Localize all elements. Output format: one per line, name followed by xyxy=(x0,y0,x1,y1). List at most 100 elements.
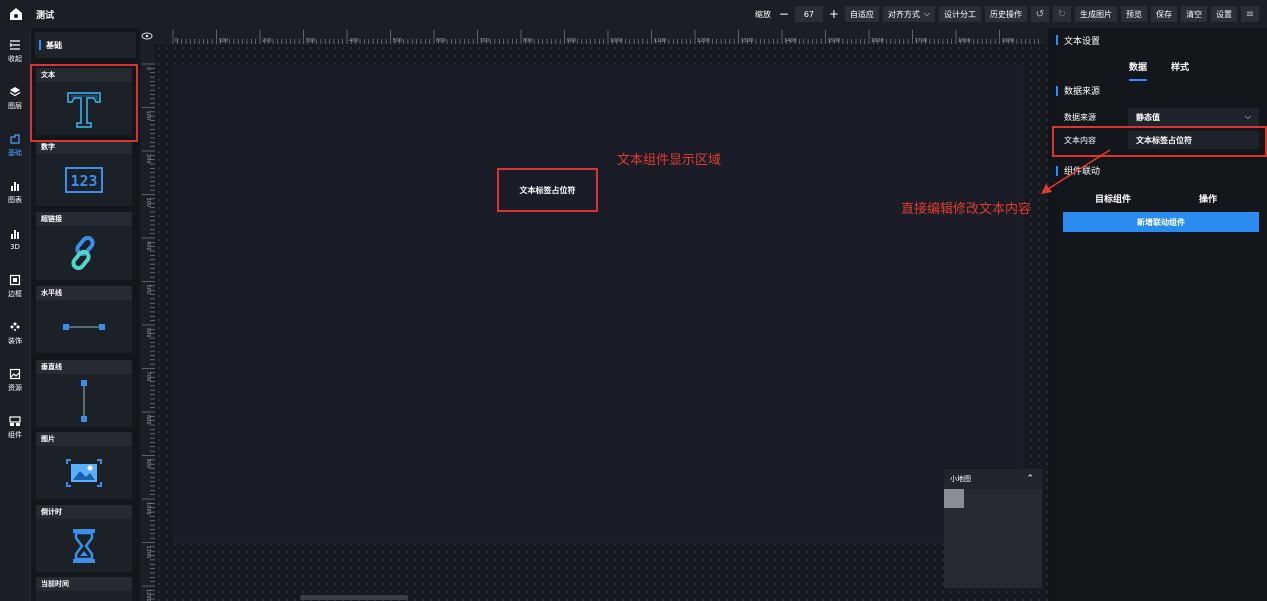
data-source-label: 数据来源 xyxy=(1064,112,1096,122)
panel-header: 基础 xyxy=(35,32,136,58)
settings-button[interactable]: 设置 xyxy=(1211,6,1237,22)
ruler-label: 500 xyxy=(145,285,151,295)
section-marker xyxy=(1056,165,1058,176)
ruler-label: 700 xyxy=(145,372,151,382)
component-card-vline[interactable]: 垂直线 xyxy=(36,360,132,427)
zoom-out-button[interactable]: − xyxy=(777,7,791,21)
nav-item-chart[interactable]: 图表 xyxy=(0,169,30,216)
nav-item-border[interactable]: 边框 xyxy=(0,263,30,310)
3d-icon xyxy=(11,230,19,239)
minimap-header[interactable]: 小地图 ⌃ xyxy=(944,469,1042,489)
home-logo-icon[interactable] xyxy=(9,7,23,21)
chart-icon xyxy=(11,182,19,191)
section-marker xyxy=(1056,85,1058,96)
nav-item-resource[interactable]: 资源 xyxy=(0,357,30,404)
card-label: 数字 xyxy=(41,143,55,151)
minimap-title: 小地图 xyxy=(950,475,971,483)
ruler-label: 300 xyxy=(145,198,151,208)
number-123-icon: 123 xyxy=(65,167,103,193)
settings-tabs: 数据 样式 xyxy=(1129,60,1189,81)
nav-label: 收起 xyxy=(8,55,22,63)
annotation-display-area: 文本组件显示区域 xyxy=(617,153,722,168)
decoration-icon xyxy=(10,322,20,331)
ruler-label: 1000 xyxy=(145,502,151,515)
nav-item-layers[interactable]: 图层 xyxy=(0,75,30,122)
vertical-scroll-track[interactable] xyxy=(1048,28,1056,601)
nav-item-3d[interactable]: 3D xyxy=(0,216,30,263)
border-icon xyxy=(9,274,21,286)
generate-image-button[interactable]: 生成图片 xyxy=(1075,6,1117,22)
target-column-header: 目标组件 xyxy=(1095,195,1132,205)
link-section: 组件联动 xyxy=(1056,164,1100,177)
layers-icon xyxy=(9,87,21,97)
nav-item-component[interactable]: 组件 xyxy=(0,404,30,451)
highlight-text-content-row xyxy=(1052,126,1267,157)
card-label: 水平线 xyxy=(41,289,62,297)
minimap-viewport[interactable] xyxy=(944,489,964,508)
link-chain-icon xyxy=(71,235,95,271)
card-preview xyxy=(36,591,132,601)
history-button[interactable]: 历史操作 xyxy=(985,6,1027,22)
card-preview xyxy=(36,519,132,572)
ruler-label: 900 xyxy=(145,459,151,469)
nav-label: 资源 xyxy=(8,384,22,392)
highlight-text-card xyxy=(30,64,138,142)
ruler-top-scale: 0 100 200 300 400 500 600 700 800 900 1000 1100 1200… xyxy=(172,30,1039,44)
hourglass-icon xyxy=(73,528,95,563)
ruler-left: 0 100 200 300 400 500 600 700 800 900 1000 1100 1200 xyxy=(140,44,155,601)
ruler-label: 0 xyxy=(145,67,151,70)
ruler-label: 800 xyxy=(145,415,151,425)
undo-icon[interactable]: ↺ xyxy=(1031,6,1049,22)
align-dropdown[interactable]: 对齐方式 ⌵ xyxy=(882,6,935,22)
section-title: 组件联动 xyxy=(1064,167,1101,177)
zoom-value-input[interactable]: 67 xyxy=(794,6,823,22)
basic-icon xyxy=(10,134,20,144)
component-card-hyperlink[interactable]: 超链接 xyxy=(36,212,132,280)
horizontal-scrollbar[interactable] xyxy=(300,595,408,600)
preview-button[interactable]: 预览 xyxy=(1121,6,1147,22)
component-card-countdown[interactable]: 倒计时 xyxy=(36,505,132,572)
horizontal-line-icon xyxy=(63,323,105,330)
nav-label: 组件 xyxy=(8,431,22,439)
data-source-select[interactable]: 静态值 ⌵ xyxy=(1128,108,1259,126)
fit-button[interactable]: 自适应 xyxy=(844,6,879,22)
data-source-value: 静态值 xyxy=(1136,112,1160,122)
app-title: 测试 xyxy=(36,10,55,21)
component-card-number[interactable]: 数字 123 xyxy=(36,140,132,206)
design-button[interactable]: 设计分工 xyxy=(939,6,981,22)
card-preview: 123 xyxy=(36,154,132,206)
zoom-in-button[interactable]: + xyxy=(827,7,841,21)
text-component[interactable]: 文本标签占位符 xyxy=(497,168,598,212)
vertical-line-icon xyxy=(81,379,87,422)
menu-icon[interactable]: ≡ xyxy=(1241,6,1259,22)
nav-label: 边框 xyxy=(8,290,22,298)
save-button[interactable]: 保存 xyxy=(1151,6,1177,22)
panel-title: 基础 xyxy=(46,40,62,50)
settings-title: 文本设置 xyxy=(1064,36,1101,47)
tab-style[interactable]: 样式 xyxy=(1171,60,1189,81)
redo-icon[interactable]: ↻ xyxy=(1053,6,1071,22)
tab-data[interactable]: 数据 xyxy=(1129,60,1148,81)
ruler-label: 100 xyxy=(145,111,151,121)
component-card-current-time[interactable]: 当前时间 xyxy=(36,577,132,601)
nav-item-decoration[interactable]: 装饰 xyxy=(0,310,30,357)
card-preview xyxy=(36,300,132,353)
annotation-edit-hint: 直接编辑修改文本内容 xyxy=(901,202,1032,217)
nav-label: 基础 xyxy=(8,149,22,157)
section-marker xyxy=(1056,35,1058,45)
add-link-component-button[interactable]: 新增联动组件 xyxy=(1063,212,1259,232)
data-source-row: 数据来源 静态值 ⌵ xyxy=(1064,108,1259,126)
chevron-down-icon: ⌵ xyxy=(923,9,930,18)
nav-item-collapse[interactable]: 收起 xyxy=(0,28,30,75)
data-source-section: 数据来源 xyxy=(1056,84,1100,97)
card-label: 超链接 xyxy=(41,215,62,223)
nav-item-basic[interactable]: 基础 xyxy=(0,122,30,169)
canvas-stage[interactable] xyxy=(173,64,1023,543)
chevron-up-icon[interactable]: ⌃ xyxy=(1026,474,1034,484)
component-card-image[interactable]: 图片 xyxy=(36,432,132,499)
component-card-hline[interactable]: 水平线 xyxy=(36,286,132,353)
card-preview xyxy=(36,226,132,280)
card-label: 当前时间 xyxy=(41,580,69,588)
clear-button[interactable]: 清空 xyxy=(1181,6,1207,22)
nav-label: 图层 xyxy=(8,102,22,110)
